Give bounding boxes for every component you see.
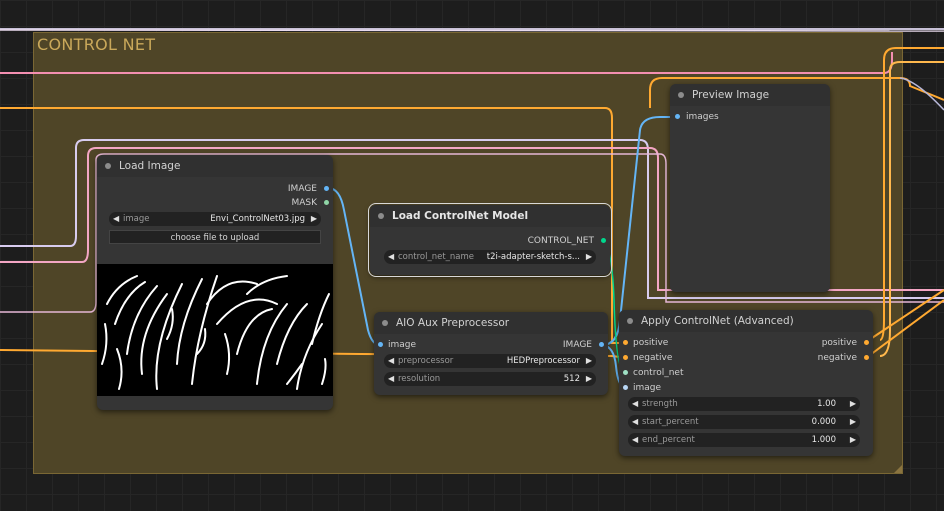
- output-label: CONTROL_NET: [527, 236, 594, 246]
- output-label: negative: [817, 353, 857, 363]
- arrow-right-icon[interactable]: ▶: [850, 415, 856, 429]
- widget-value: 0.000: [811, 417, 836, 427]
- widget-name: control_net_name: [398, 252, 475, 262]
- collapse-dot-icon[interactable]: [382, 320, 388, 326]
- load-image-title-bar[interactable]: Load Image: [97, 155, 333, 177]
- input-controlnet-dot[interactable]: [623, 370, 628, 375]
- aio-preprocessor-node[interactable]: AIO Aux Preprocessor image IMAGE ◀ prepr…: [374, 312, 608, 395]
- preview-image-node[interactable]: Preview Image images: [670, 84, 830, 292]
- input-label: image: [633, 383, 662, 393]
- arrow-left-icon[interactable]: ◀: [632, 415, 638, 429]
- arrow-left-icon[interactable]: ◀: [113, 212, 119, 226]
- collapse-dot-icon[interactable]: [627, 318, 633, 324]
- widget-name: strength: [642, 399, 678, 409]
- output-image-slot[interactable]: IMAGE: [288, 183, 317, 195]
- apply-title-bar[interactable]: Apply ControlNet (Advanced): [619, 310, 873, 332]
- input-positive-slot[interactable]: positive: [633, 337, 668, 349]
- input-image-slot[interactable]: image: [633, 382, 661, 394]
- output-negative-slot[interactable]: negative: [818, 352, 857, 364]
- resolution-widget[interactable]: ◀ resolution 512 ▶: [384, 372, 596, 386]
- start-percent-widget[interactable]: ◀ start_percent 0.000 ▶: [628, 415, 860, 429]
- sketch-image: [101, 275, 330, 390]
- input-label: images: [686, 112, 719, 122]
- input-label: positive: [633, 338, 669, 348]
- output-controlnet-dot[interactable]: [601, 238, 606, 243]
- output-image-dot[interactable]: [599, 342, 604, 347]
- input-label: control_net: [633, 368, 684, 378]
- node-title: Apply ControlNet (Advanced): [641, 315, 794, 327]
- arrow-right-icon[interactable]: ▶: [586, 250, 592, 264]
- collapse-dot-icon[interactable]: [105, 163, 111, 169]
- input-negative-dot[interactable]: [623, 355, 628, 360]
- output-label: MASK: [291, 198, 317, 208]
- output-mask-slot[interactable]: MASK: [291, 197, 317, 209]
- widget-value: HEDPreprocessor: [506, 356, 580, 366]
- collapse-dot-icon[interactable]: [378, 213, 384, 219]
- output-positive-dot[interactable]: [864, 340, 869, 345]
- widget-value: t2i-adapter-sketch-s...: [486, 252, 580, 262]
- wire-top-2: [0, 29, 944, 32]
- input-controlnet-slot[interactable]: control_net: [633, 367, 683, 379]
- wire-right-out-2: [865, 299, 944, 359]
- input-images-slot[interactable]: images: [686, 111, 719, 123]
- wire-lilac-right: [899, 77, 944, 111]
- node-title: Preview Image: [692, 89, 770, 101]
- output-controlnet-slot[interactable]: CONTROL_NET: [528, 235, 594, 247]
- output-image-slot[interactable]: IMAGE: [563, 339, 592, 351]
- widget-value: 1.000: [811, 435, 836, 445]
- apply-controlnet-node[interactable]: Apply ControlNet (Advanced) positive neg…: [619, 310, 873, 456]
- arrow-left-icon[interactable]: ◀: [388, 250, 394, 264]
- output-image-dot[interactable]: [324, 186, 329, 191]
- output-negative-dot[interactable]: [864, 355, 869, 360]
- output-label: IMAGE: [562, 340, 592, 350]
- widget-value: 1.00: [817, 399, 836, 409]
- input-image-dot[interactable]: [378, 342, 383, 347]
- widget-value: Envi_ControlNet03.jpg: [210, 214, 305, 224]
- input-negative-slot[interactable]: negative: [633, 352, 672, 364]
- arrow-right-icon[interactable]: ▶: [850, 433, 856, 447]
- upload-button[interactable]: choose file to upload: [109, 230, 321, 244]
- arrow-right-icon[interactable]: ▶: [586, 372, 592, 386]
- input-positive-dot[interactable]: [623, 340, 628, 345]
- wire-pink-top: [0, 52, 893, 74]
- output-label: positive: [821, 338, 857, 348]
- node-title: Load Image: [119, 160, 181, 172]
- output-mask-dot[interactable]: [324, 200, 329, 205]
- arrow-left-icon[interactable]: ◀: [388, 354, 394, 368]
- arrow-right-icon[interactable]: ▶: [586, 354, 592, 368]
- input-label: negative: [633, 353, 673, 363]
- input-label: image: [388, 340, 417, 350]
- arrow-right-icon[interactable]: ▶: [850, 397, 856, 411]
- node-title: Load ControlNet Model: [392, 210, 529, 222]
- image-preview: [97, 264, 333, 396]
- collapse-dot-icon[interactable]: [678, 92, 684, 98]
- widget-name: start_percent: [642, 417, 699, 427]
- preprocessor-widget[interactable]: ◀ preprocessor HEDPreprocessor ▶: [384, 354, 596, 368]
- widget-name: resolution: [398, 374, 441, 384]
- aio-title-bar[interactable]: AIO Aux Preprocessor: [374, 312, 608, 334]
- end-percent-widget[interactable]: ◀ end_percent 1.000 ▶: [628, 433, 860, 447]
- load-controlnet-title-bar[interactable]: Load ControlNet Model: [370, 205, 610, 227]
- load-controlnet-node[interactable]: Load ControlNet Model CONTROL_NET ◀ cont…: [368, 203, 612, 277]
- output-positive-slot[interactable]: positive: [822, 337, 857, 349]
- node-title: AIO Aux Preprocessor: [396, 317, 510, 329]
- arrow-left-icon[interactable]: ◀: [632, 433, 638, 447]
- input-image-slot[interactable]: image: [388, 339, 416, 351]
- input-image-dot[interactable]: [623, 385, 628, 390]
- widget-name: preprocessor: [398, 356, 454, 366]
- input-images-dot[interactable]: [675, 114, 680, 119]
- load-image-node[interactable]: Load Image IMAGE MASK ◀ image Envi_Contr…: [97, 155, 333, 410]
- controlnet-name-widget[interactable]: ◀ control_net_name t2i-adapter-sketch-s.…: [384, 250, 596, 264]
- arrow-right-icon[interactable]: ▶: [311, 212, 317, 226]
- widget-value: 512: [563, 374, 580, 384]
- image-combo-widget[interactable]: ◀ image Envi_ControlNet03.jpg ▶: [109, 212, 321, 226]
- arrow-left-icon[interactable]: ◀: [388, 372, 394, 386]
- arrow-left-icon[interactable]: ◀: [632, 397, 638, 411]
- output-label: IMAGE: [287, 184, 317, 194]
- strength-widget[interactable]: ◀ strength 1.00 ▶: [628, 397, 860, 411]
- preview-title-bar[interactable]: Preview Image: [670, 84, 830, 106]
- widget-name: image: [123, 214, 150, 224]
- widget-name: end_percent: [642, 435, 695, 445]
